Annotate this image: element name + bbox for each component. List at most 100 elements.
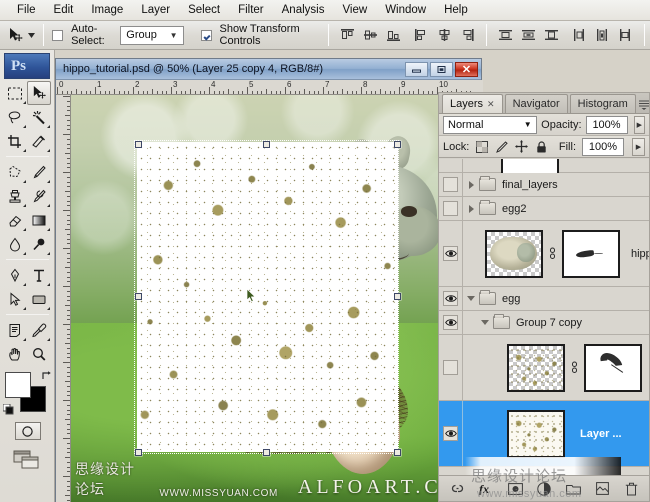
link-layers-button[interactable] (449, 481, 465, 497)
eyedropper-tool[interactable] (27, 318, 51, 342)
blur-tool[interactable] (3, 232, 27, 256)
menu-item-window[interactable]: Window (376, 1, 435, 19)
vertical-ruler[interactable] (56, 95, 71, 502)
menu-item-edit[interactable]: Edit (45, 1, 83, 19)
align-right-edges-button[interactable] (457, 25, 478, 45)
change-screen-mode-button[interactable] (13, 448, 43, 470)
path-selection-tool[interactable] (3, 287, 27, 311)
layer-thumbnail-splatter[interactable] (507, 344, 565, 392)
opacity-input[interactable]: 100% (586, 116, 628, 134)
layer-row-splatter-masked[interactable] (439, 335, 649, 401)
layer-row-egg2[interactable]: egg2 (439, 197, 649, 221)
close-icon[interactable]: ✕ (487, 99, 495, 110)
crop-tool[interactable] (3, 129, 27, 153)
maximize-button[interactable] (430, 62, 453, 77)
visibility-toggle-layer-selected[interactable] (439, 401, 463, 466)
distribute-top-edges-button[interactable] (495, 25, 516, 45)
distribute-right-edges-button[interactable] (615, 25, 636, 45)
menu-item-filter[interactable]: Filter (229, 1, 273, 19)
disclosure-triangle-right-icon[interactable] (463, 181, 479, 189)
zoom-tool[interactable] (27, 342, 51, 366)
slice-tool[interactable] (27, 129, 51, 153)
distribute-horizontal-centers-button[interactable] (592, 25, 613, 45)
new-layer-button[interactable] (594, 481, 610, 497)
patch-tool[interactable] (3, 160, 27, 184)
visibility-toggle-egg2[interactable] (439, 197, 463, 220)
layer-list[interactable]: final_layers egg2 (439, 159, 649, 477)
gradient-tool[interactable] (27, 208, 51, 232)
align-vertical-centers-button[interactable] (360, 25, 381, 45)
menu-item-image[interactable]: Image (82, 1, 132, 19)
layer-row-partial[interactable] (439, 159, 649, 173)
edit-in-quick-mask-mode-button[interactable] (15, 422, 41, 440)
history-brush-tool[interactable] (27, 184, 51, 208)
default-colors-icon[interactable] (3, 404, 15, 416)
link-mask-icon[interactable] (570, 361, 579, 374)
disclosure-triangle-down-icon[interactable] (477, 320, 493, 325)
add-layer-style-button[interactable]: fx (478, 481, 494, 497)
auto-select-scope-dropdown[interactable]: Group ▼ (120, 26, 183, 45)
swap-colors-icon[interactable] (41, 370, 52, 384)
show-transform-controls-checkbox[interactable] (201, 30, 212, 41)
visibility-toggle-egg[interactable] (439, 287, 463, 310)
move-tool[interactable] (27, 81, 51, 105)
layer-row-hippo[interactable]: hippo (439, 221, 649, 287)
close-button[interactable]: ✕ (455, 62, 478, 77)
menu-item-file[interactable]: File (8, 1, 45, 19)
align-left-edges-button[interactable] (411, 25, 432, 45)
new-group-button[interactable] (565, 481, 581, 497)
blend-mode-dropdown[interactable]: Normal ▼ (443, 116, 537, 134)
move-tool-icon[interactable] (6, 24, 24, 46)
layer-row-group-7-copy[interactable]: Group 7 copy (439, 311, 649, 335)
layer-mask-thumbnail-hippo[interactable] (562, 230, 620, 278)
menu-item-view[interactable]: View (333, 1, 376, 19)
new-adjustment-layer-button[interactable] (536, 481, 552, 497)
distribute-vertical-centers-button[interactable] (518, 25, 539, 45)
fill-input[interactable]: 100% (582, 138, 624, 156)
hand-tool[interactable] (3, 342, 27, 366)
layer-mask-thumbnail-curve[interactable] (584, 344, 642, 392)
layer-row-final-layers[interactable]: final_layers (439, 173, 649, 197)
panel-menu-icon[interactable] (638, 97, 650, 111)
menu-item-help[interactable]: Help (435, 1, 477, 19)
lasso-tool[interactable] (3, 105, 27, 129)
disclosure-triangle-right-icon[interactable] (463, 205, 479, 213)
magic-wand-tool[interactable] (27, 105, 51, 129)
distribute-left-edges-button[interactable] (569, 25, 590, 45)
layer-row-egg[interactable]: egg (439, 287, 649, 311)
distribute-bottom-edges-button[interactable] (541, 25, 562, 45)
add-layer-mask-button[interactable] (507, 481, 523, 497)
layer-thumbnail-hippo[interactable] (485, 230, 543, 278)
brush-tool[interactable] (27, 160, 51, 184)
dodge-tool[interactable] (27, 232, 51, 256)
layer-thumbnail-layer-selected[interactable] (507, 410, 565, 458)
visibility-toggle-group-7-copy[interactable] (439, 311, 463, 334)
type-tool[interactable] (27, 263, 51, 287)
delete-layer-button[interactable] (623, 481, 639, 497)
menu-item-layer[interactable]: Layer (132, 1, 179, 19)
align-bottom-edges-button[interactable] (383, 25, 404, 45)
disclosure-triangle-down-icon[interactable] (463, 296, 479, 301)
horizontal-ruler[interactable]: 012345678910 (56, 80, 483, 95)
visibility-toggle-hippo[interactable] (439, 221, 463, 286)
clone-stamp-tool[interactable] (3, 184, 27, 208)
notes-tool[interactable] (3, 318, 27, 342)
lock-transparent-pixels-icon[interactable] (475, 140, 488, 153)
link-mask-icon[interactable] (548, 247, 557, 260)
pen-tool[interactable] (3, 263, 27, 287)
lock-all-icon[interactable] (535, 140, 548, 153)
menu-item-analysis[interactable]: Analysis (273, 1, 334, 19)
visibility-toggle-final-layers[interactable] (439, 173, 463, 196)
canvas-area[interactable]: 思缘设计论坛 WWW.MISSYUAN.COM ALFOART.COM (71, 95, 482, 502)
tab-layers[interactable]: Layers ✕ (442, 94, 503, 113)
align-top-edges-button[interactable] (337, 25, 358, 45)
opacity-slider-arrow-icon[interactable]: ▶ (634, 116, 645, 134)
eraser-tool[interactable] (3, 208, 27, 232)
visibility-toggle[interactable] (439, 159, 463, 172)
rectangle-tool[interactable] (27, 287, 51, 311)
lock-position-icon[interactable] (515, 140, 528, 153)
minimize-button[interactable] (405, 62, 428, 77)
menu-item-select[interactable]: Select (179, 1, 229, 19)
tab-histogram[interactable]: Histogram (570, 94, 636, 113)
visibility-toggle-splatter-masked[interactable] (439, 335, 463, 400)
